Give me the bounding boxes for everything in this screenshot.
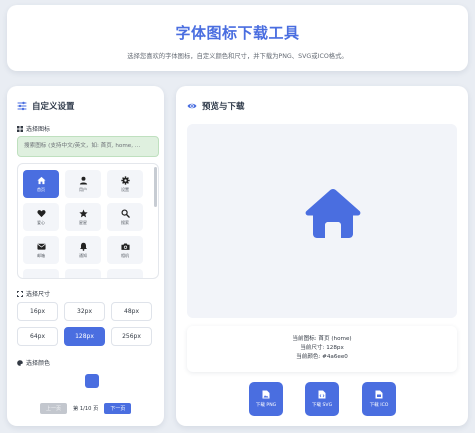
icon-info-box: 当前图标: 首页 (home) 当前尺寸: 128px 当前颜色: #4a6ee… bbox=[187, 326, 457, 372]
icon-cell-star[interactable]: 星星 bbox=[65, 203, 101, 231]
icon-grid: 首页 用户 设置 爱心 星星 搜索 邮箱 通知 相机 bbox=[17, 163, 159, 279]
file-image-icon bbox=[262, 390, 270, 399]
size-48-button[interactable]: 48px bbox=[111, 302, 152, 321]
page-subtitle: 选择您喜欢的字体图标，自定义颜色和尺寸，并下载为PNG、SVG或ICO格式。 bbox=[127, 53, 348, 60]
icon-cell-home[interactable]: 首页 bbox=[23, 170, 59, 198]
select-icon-label: 选择图标 bbox=[17, 124, 50, 133]
next-page-button[interactable]: 下一页 bbox=[104, 403, 132, 414]
prev-page-button[interactable]: 上一页 bbox=[40, 403, 67, 414]
icon-cell-user[interactable]: 用户 bbox=[65, 170, 101, 198]
preview-title: 预览与下载 bbox=[187, 100, 245, 112]
user-icon bbox=[79, 176, 87, 185]
sliders-icon bbox=[17, 101, 27, 111]
eye-icon bbox=[187, 101, 197, 111]
bell-icon bbox=[79, 242, 87, 251]
size-16-button[interactable]: 16px bbox=[17, 302, 58, 321]
icon-cell-settings[interactable]: 设置 bbox=[107, 170, 143, 198]
search-input[interactable]: 搜索图标 (支持中文/英文，如: 首页, home, … bbox=[17, 136, 159, 157]
select-color-label: 选择颜色 bbox=[17, 358, 50, 367]
settings-panel: 自定义设置 选择图标 搜索图标 (支持中文/英文，如: 首页, home, … … bbox=[7, 86, 164, 426]
film-icon bbox=[79, 278, 88, 280]
size-128-button[interactable]: 128px bbox=[64, 327, 105, 346]
current-color-text: 当前颜色: #4a6ee0 bbox=[296, 354, 348, 360]
download-png-button[interactable]: 下载 PNG bbox=[249, 382, 283, 416]
home-icon bbox=[305, 189, 361, 238]
search-icon bbox=[120, 208, 130, 218]
icon-cell-mail[interactable]: 邮箱 bbox=[23, 236, 59, 264]
pagination: 上一页 第 1/10 页 下一页 bbox=[40, 403, 132, 414]
page-title: 字体图标下载工具 bbox=[175, 24, 300, 42]
settings-title: 自定义设置 bbox=[17, 100, 75, 112]
home-icon bbox=[36, 176, 46, 184]
current-icon-text: 当前图标: 首页 (home) bbox=[292, 336, 352, 342]
select-size-label: 选择尺寸 bbox=[17, 289, 50, 298]
preview-panel: 预览与下载 当前图标: 首页 (home) 当前尺寸: 128px 当前颜色: … bbox=[176, 86, 468, 426]
page-info: 第 1/10 页 bbox=[73, 406, 99, 412]
header-card: 字体图标下载工具 选择您喜欢的字体图标，自定义颜色和尺寸，并下载为PNG、SVG… bbox=[7, 5, 468, 71]
size-options: 16px 32px 48px 64px 128px 256px bbox=[17, 302, 152, 346]
music-icon bbox=[42, 277, 45, 278]
icon-cell-camera[interactable]: 相机 bbox=[107, 236, 143, 264]
star-icon bbox=[78, 208, 88, 217]
envelope-icon bbox=[36, 243, 46, 250]
icon-cell-film[interactable] bbox=[65, 269, 101, 280]
palette-icon bbox=[17, 359, 23, 366]
globe-icon bbox=[123, 277, 127, 278]
gear-icon bbox=[120, 175, 130, 185]
expand-icon bbox=[17, 290, 23, 297]
icon-cell-music[interactable] bbox=[23, 269, 59, 278]
color-picker[interactable] bbox=[85, 374, 99, 388]
size-32-button[interactable]: 32px bbox=[64, 302, 105, 321]
camera-icon bbox=[120, 242, 130, 250]
grid-icon bbox=[17, 125, 23, 132]
size-64-button[interactable]: 64px bbox=[17, 327, 58, 346]
file-code-icon bbox=[318, 390, 326, 399]
icon-cell-search[interactable]: 搜索 bbox=[107, 203, 143, 231]
size-256-button[interactable]: 256px bbox=[111, 327, 152, 346]
download-svg-button[interactable]: 下载 SVG bbox=[305, 382, 339, 416]
icon-cell-bell[interactable]: 通知 bbox=[65, 236, 101, 264]
current-size-text: 当前尺寸: 128px bbox=[300, 345, 344, 351]
download-ico-button[interactable]: 下载 ICO bbox=[362, 382, 396, 416]
icon-cell-heart[interactable]: 爱心 bbox=[23, 203, 59, 231]
scrollbar-thumb[interactable] bbox=[154, 167, 157, 207]
heart-icon bbox=[36, 209, 46, 217]
file-icon bbox=[375, 390, 383, 399]
icon-cell-globe[interactable] bbox=[107, 269, 143, 278]
icon-preview-area bbox=[187, 124, 457, 318]
icon-grid-scrollbar[interactable] bbox=[153, 165, 157, 278]
